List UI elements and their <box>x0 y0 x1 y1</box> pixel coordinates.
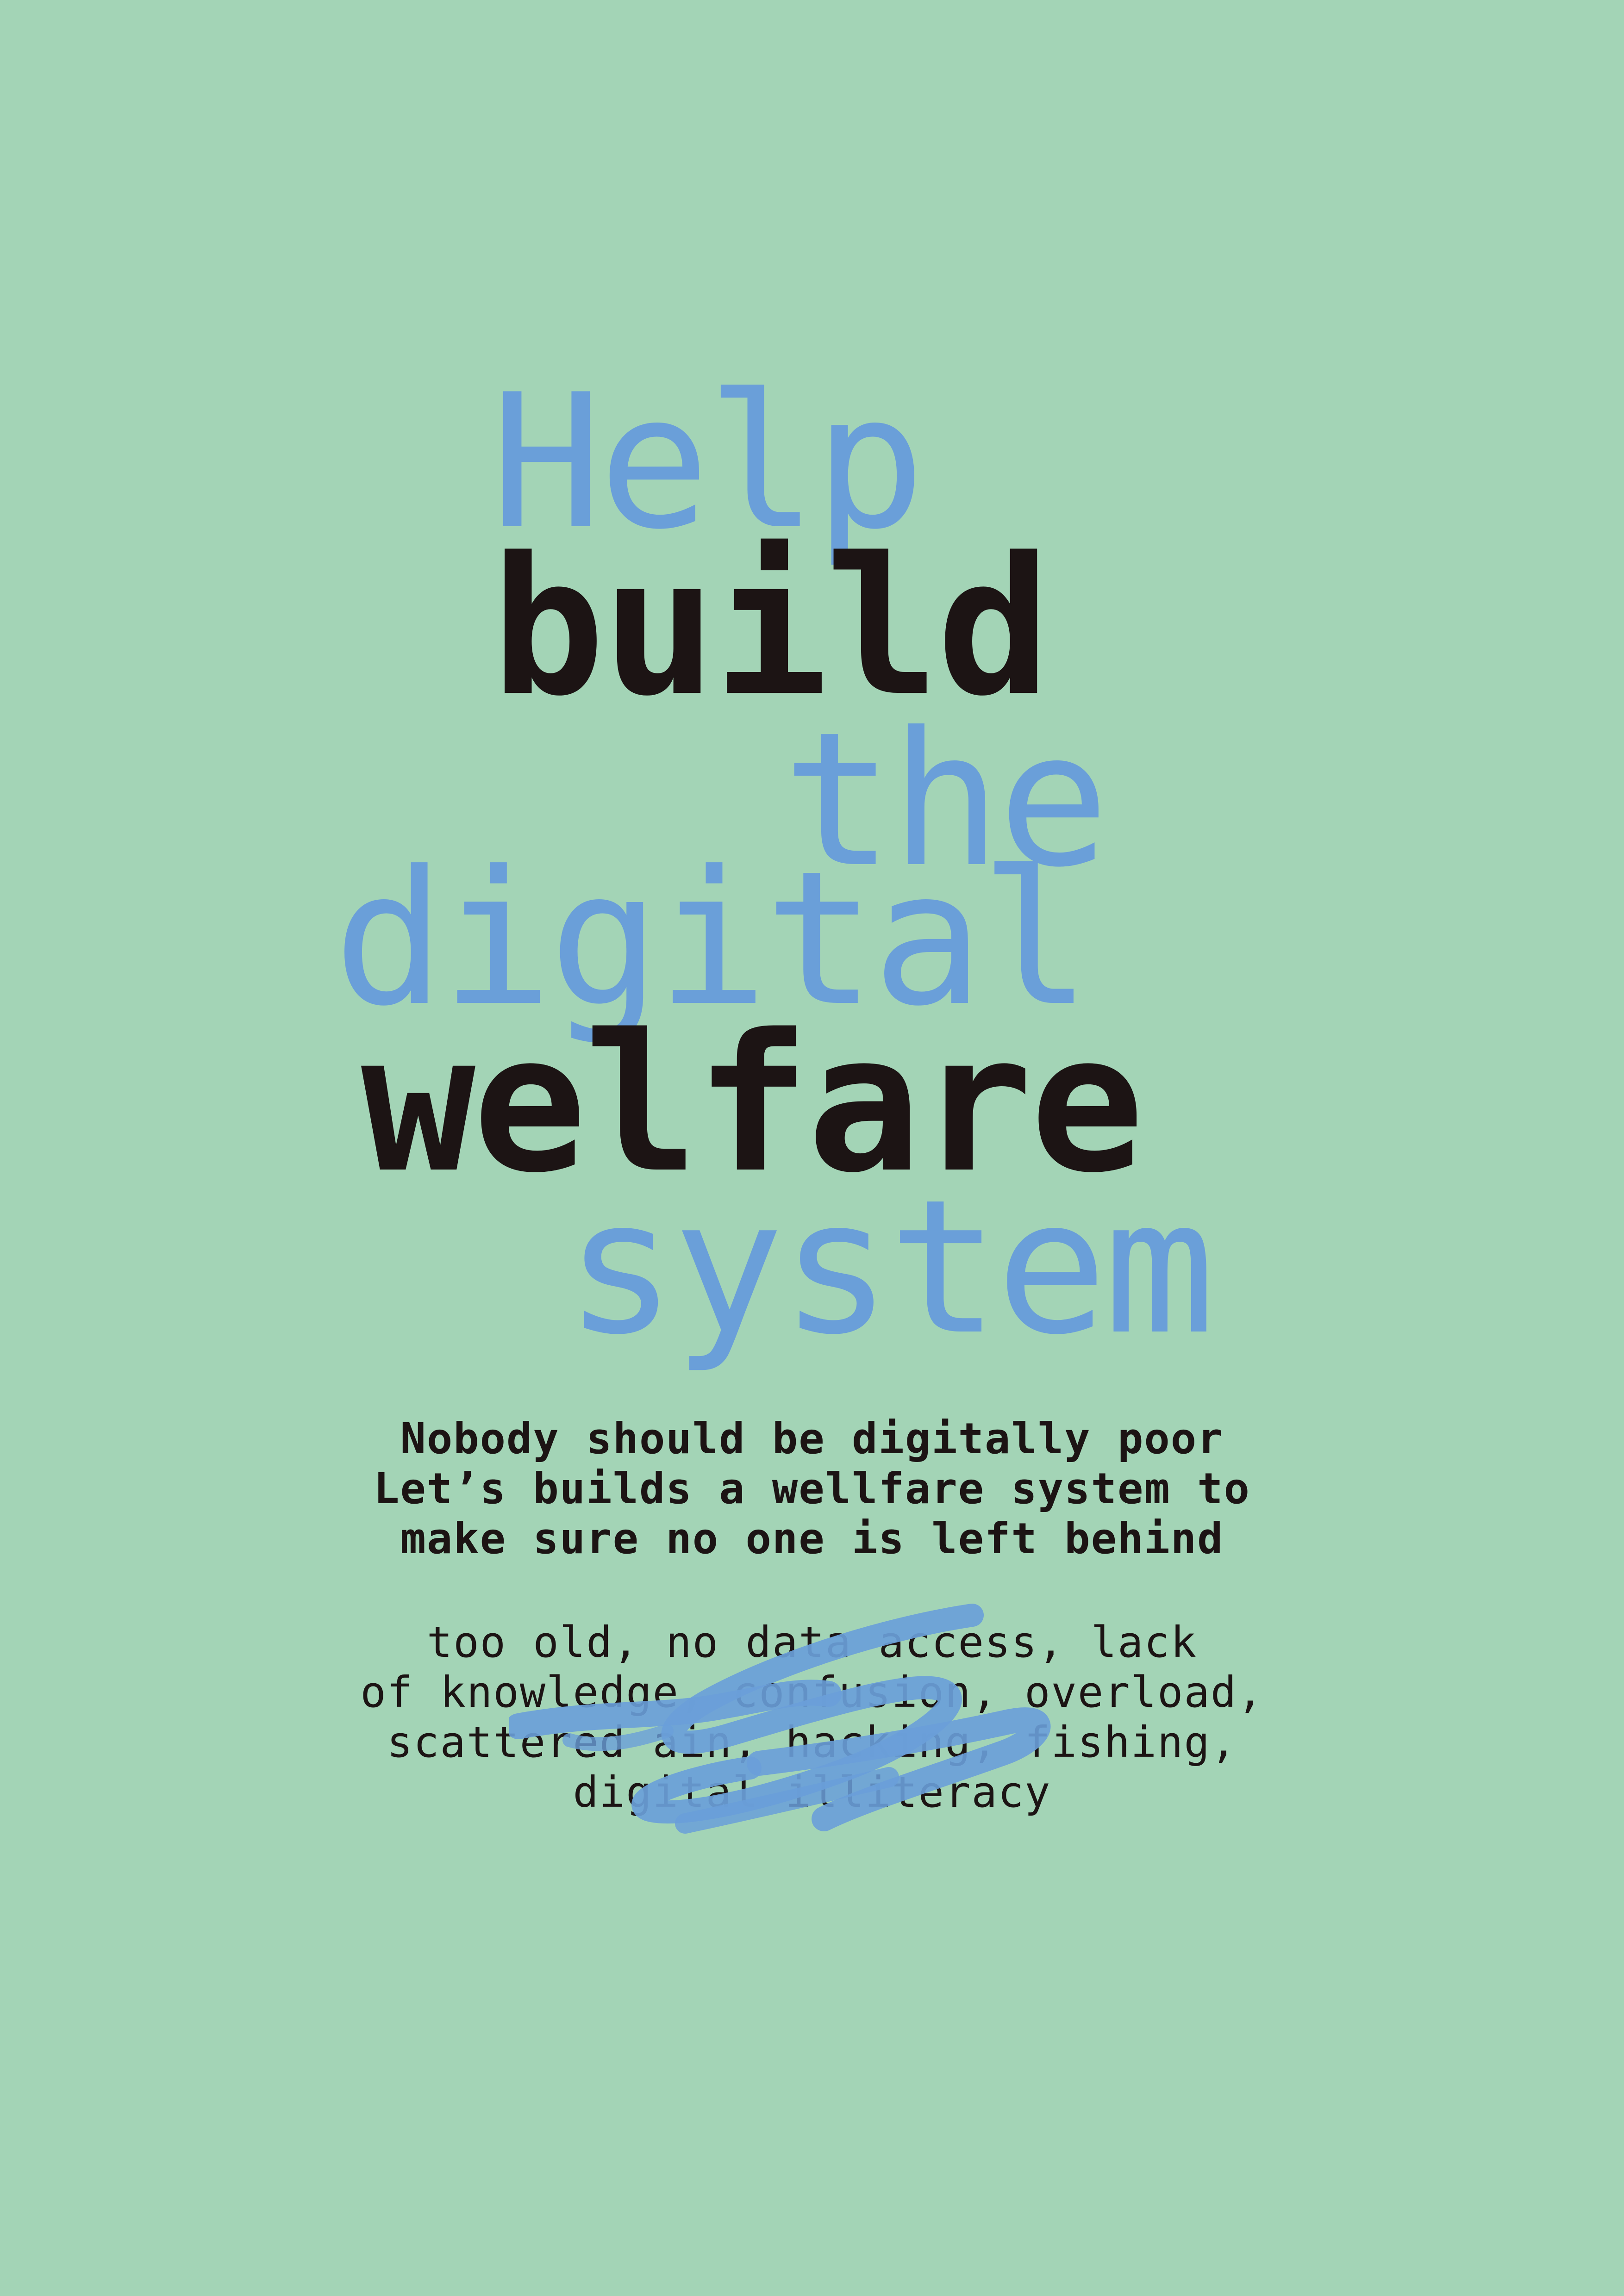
statement-line: make sure no one is left behind <box>400 1514 1224 1563</box>
headline-word-system: system <box>565 1160 1215 1375</box>
scribble-icon <box>509 1604 1051 1834</box>
statement-line: Let’s builds a wellfare system to <box>374 1464 1250 1513</box>
statement-line: Nobody should be digitally poor <box>400 1414 1224 1463</box>
statement-block: Nobody should be digitally poor Let’s bu… <box>0 1414 1624 1564</box>
